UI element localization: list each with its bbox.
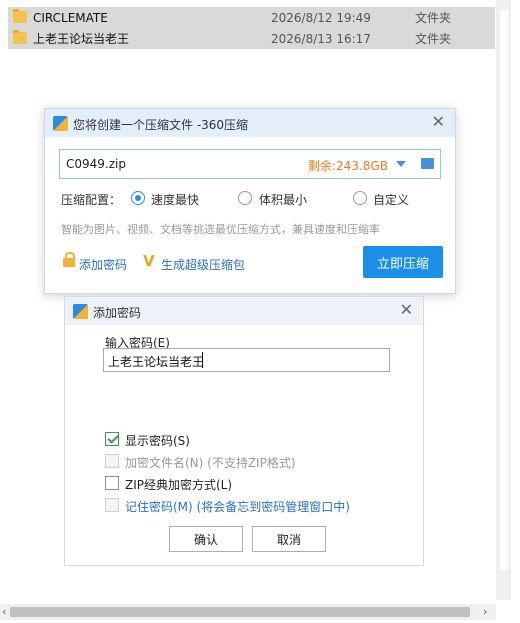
add-password-link[interactable]: 添加密码 bbox=[79, 256, 127, 273]
archive-filename[interactable]: C0949.zip bbox=[66, 157, 126, 171]
password-input[interactable]: 上老王论坛当老王 bbox=[103, 348, 390, 372]
folder-icon bbox=[13, 9, 27, 23]
zip-classic-label[interactable]: ZIP经典加密方式(L) bbox=[125, 476, 232, 493]
radio-fastest-label[interactable]: 速度最快 bbox=[151, 191, 199, 208]
lock-icon bbox=[63, 252, 75, 267]
text-caret bbox=[202, 352, 203, 368]
radio-custom-label[interactable]: 自定义 bbox=[373, 191, 409, 208]
horizontal-scroll-thumb[interactable] bbox=[10, 607, 470, 617]
horizontal-scrollbar[interactable]: ‹ bbox=[0, 604, 496, 620]
show-password-checkbox[interactable] bbox=[105, 432, 119, 446]
remember-password-checkbox[interactable] bbox=[105, 498, 119, 512]
cancel-button[interactable]: 取消 bbox=[252, 526, 326, 552]
show-password-label[interactable]: 显示密码(S) bbox=[125, 432, 190, 449]
browse-folder-icon[interactable] bbox=[421, 158, 434, 169]
vertical-scrollbar[interactable] bbox=[496, 0, 511, 600]
compress-hint: 智能为图片、视频、文档等挑选最优压缩方式，兼具速度和压缩率 bbox=[61, 223, 380, 236]
radio-smallest-label[interactable]: 体积最小 bbox=[259, 191, 307, 208]
password-value[interactable]: 上老王论坛当老王 bbox=[108, 353, 204, 370]
compress-now-button[interactable]: 立即压缩 bbox=[363, 246, 443, 278]
radio-fastest[interactable] bbox=[131, 191, 145, 205]
file-type: 文件夹 bbox=[415, 32, 452, 46]
file-type: 文件夹 bbox=[415, 11, 452, 25]
remember-password-label[interactable]: 记住密码(M) (将会备忘到密码管理窗口中) bbox=[125, 498, 350, 515]
compress-mode-label: 压缩配置： bbox=[61, 193, 122, 207]
radio-custom[interactable] bbox=[353, 191, 367, 205]
file-name: CIRCLEMATE bbox=[33, 10, 108, 25]
360zip-app-icon bbox=[53, 116, 68, 131]
scroll-left-icon[interactable]: ‹ bbox=[2, 605, 6, 618]
archive-path-field[interactable]: C0949.zip 剩余:243.8GB bbox=[59, 149, 441, 179]
password-dialog: 添加密码 ✕ 输入密码(E) 上老王论坛当老王 显示密码(S) 加密文件名(N)… bbox=[64, 296, 424, 566]
vertical-scroll-thumb[interactable] bbox=[500, 10, 508, 570]
folder-icon bbox=[13, 30, 27, 44]
super-archive-link[interactable]: 生成超级压缩包 bbox=[161, 256, 245, 273]
360zip-app-icon bbox=[73, 304, 88, 319]
radio-smallest[interactable] bbox=[238, 191, 252, 205]
password-dialog-title: 添加密码 bbox=[93, 306, 142, 320]
file-date: 2026/8/13 16:17 bbox=[271, 31, 371, 46]
close-icon[interactable]: ✕ bbox=[432, 114, 445, 130]
encrypt-filename-checkbox[interactable] bbox=[105, 454, 119, 468]
scroll-right-icon[interactable]: › bbox=[483, 605, 487, 618]
file-row-laowang[interactable]: 上老王论坛当老王 2026/8/13 16:17 文件夹 bbox=[8, 28, 495, 49]
confirm-button[interactable]: 确认 bbox=[169, 526, 243, 552]
file-row-circlemate[interactable]: CIRCLEMATE 2026/8/12 19:49 文件夹 bbox=[8, 7, 495, 28]
close-icon[interactable]: ✕ bbox=[400, 302, 413, 318]
encrypt-filename-label[interactable]: 加密文件名(N) (不支持ZIP格式) bbox=[125, 454, 296, 471]
disk-remaining: 剩余:243.8GB bbox=[308, 159, 388, 173]
zip-classic-checkbox[interactable] bbox=[105, 476, 119, 490]
password-dialog-titlebar: 添加密码 ✕ bbox=[65, 297, 423, 325]
dropdown-arrow-icon[interactable] bbox=[396, 161, 406, 167]
vip-icon: V bbox=[143, 252, 155, 270]
compress-dialog: 您将创建一个压缩文件 -360压缩 ✕ C0949.zip 剩余:243.8GB… bbox=[44, 108, 456, 294]
file-name: 上老王论坛当老王 bbox=[33, 32, 130, 46]
compress-dialog-title: 您将创建一个压缩文件 -360压缩 bbox=[73, 118, 249, 132]
file-date: 2026/8/12 19:49 bbox=[271, 10, 371, 25]
compress-dialog-titlebar: 您将创建一个压缩文件 -360压缩 ✕ bbox=[45, 109, 455, 137]
